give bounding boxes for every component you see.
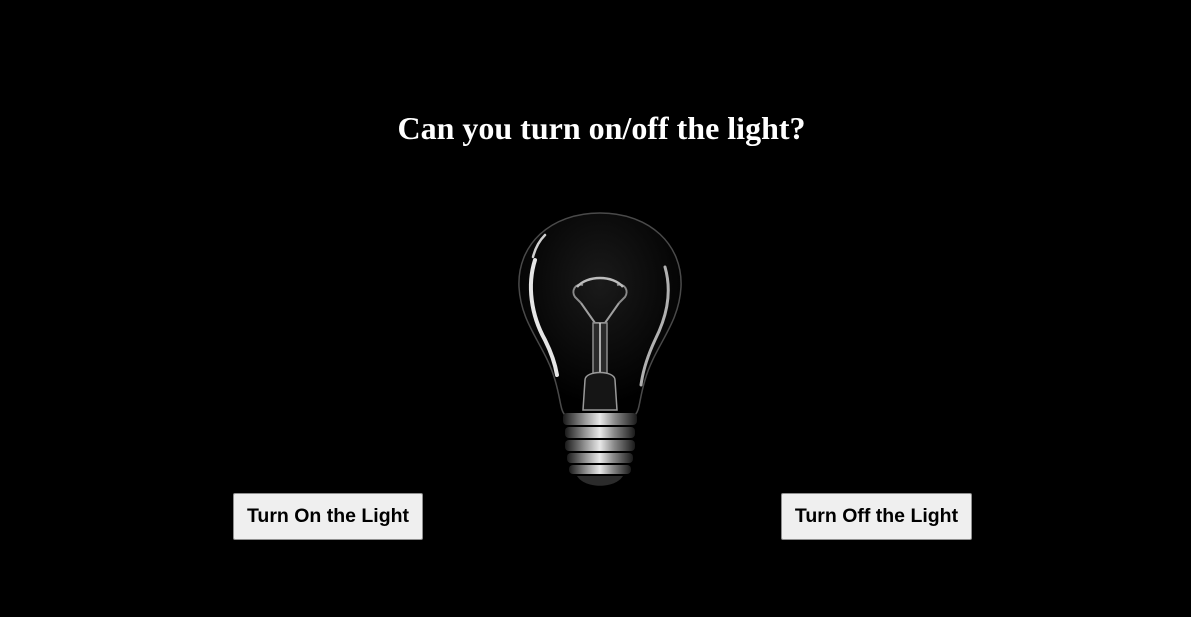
page-title: Can you turn on/off the light?: [397, 110, 806, 146]
turn-on-light-button[interactable]: Turn On the Light: [233, 493, 423, 540]
light-bulb-icon: [518, 212, 682, 486]
page: Can you turn on/off the light? Turn On t…: [0, 0, 1191, 617]
turn-off-light-button[interactable]: Turn Off the Light: [781, 493, 972, 540]
